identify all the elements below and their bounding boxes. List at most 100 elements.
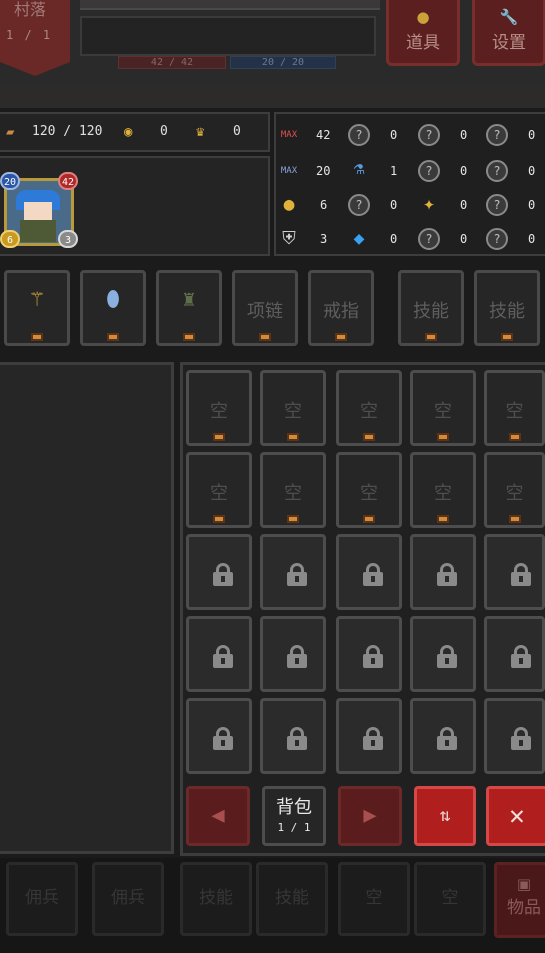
stats-panel: MAX 42 ? 0 ? 0 ? 0 MAX 20 ⚗ 1 ? 0 ? 0 ● … <box>274 112 545 256</box>
shield-icon: ⛨ <box>282 228 296 249</box>
mp-bar: 20 / 20 <box>230 56 336 69</box>
empty-label: 空 <box>284 483 302 504</box>
stat-value: 0 <box>528 128 536 142</box>
padlock-icon <box>363 563 383 586</box>
padlock-icon <box>287 727 307 750</box>
bottom-items-label: 物品 <box>507 898 541 918</box>
empty-label: 空 <box>210 401 228 422</box>
mercenary-slot: 佣兵 <box>6 862 78 936</box>
bag-slot-empty[interactable]: 空 <box>260 370 326 446</box>
unknown-icon: ? <box>418 160 440 182</box>
padlock-icon <box>287 645 307 668</box>
stat-value: 3 <box>320 232 328 246</box>
crystal-icon: ⬮ <box>106 287 120 312</box>
food-value: 120 / 120 <box>32 124 103 139</box>
slot-tab <box>437 515 449 523</box>
skill-slot-2[interactable]: 技能 <box>474 270 540 346</box>
padlock-icon <box>213 645 233 668</box>
ring-slot[interactable]: 戒指 <box>308 270 374 346</box>
padlock-icon <box>213 563 233 586</box>
necklace-slot[interactable]: 项链 <box>232 270 298 346</box>
settings-button[interactable]: 🔧 设置 <box>472 0 545 66</box>
bag-slot-empty[interactable]: 空 <box>336 452 402 528</box>
bag-slot-empty[interactable]: 空 <box>260 452 326 528</box>
items-top-label: 道具 <box>406 33 440 53</box>
slot-tab <box>107 333 119 341</box>
stat-value: 20 <box>316 164 331 178</box>
armor-slot[interactable]: ♜ <box>156 270 222 346</box>
bag-slot-empty[interactable]: 空 <box>186 452 252 528</box>
stat-value: 6 <box>320 198 328 212</box>
bag-slot-locked[interactable] <box>410 616 476 692</box>
skill-label: 技能 <box>413 301 449 322</box>
gem-icon: ◆ <box>353 228 365 249</box>
bag-tab[interactable]: 背包 1 / 1 <box>262 786 326 846</box>
bag-slot-empty[interactable]: 空 <box>186 370 252 446</box>
bag-slot-empty[interactable]: 空 <box>336 370 402 446</box>
top-strip <box>80 0 380 10</box>
next-page-button[interactable]: ▶ <box>338 786 402 846</box>
slot-tab <box>363 433 375 441</box>
accessory-slot[interactable]: ⬮ <box>80 270 146 346</box>
bag-slot-empty[interactable]: 空 <box>410 370 476 446</box>
mercenary-slot: 佣兵 <box>92 862 164 936</box>
bag-slot-locked[interactable] <box>484 616 545 692</box>
unknown-icon: ? <box>418 124 440 146</box>
weapon-slot[interactable]: ⚚ <box>4 270 70 346</box>
prev-page-button[interactable]: ◀ <box>186 786 250 846</box>
bag-slot-locked[interactable] <box>336 698 402 774</box>
village-banner[interactable]: 村落 1 / 1 <box>0 0 70 76</box>
bag-slot-locked[interactable] <box>484 534 545 610</box>
unknown-icon: ? <box>486 160 508 182</box>
close-button[interactable]: ✕ <box>486 786 545 846</box>
resource-bar: ▰ 120 / 120 ◉ 0 ♛ 0 <box>0 112 270 152</box>
gold-value: 0 <box>160 124 168 139</box>
slot-tab <box>508 515 521 523</box>
slot-tab <box>425 333 437 341</box>
padlock-icon <box>363 645 383 668</box>
ring-label: 戒指 <box>323 301 359 322</box>
arrow-right-icon: ▶ <box>363 803 377 828</box>
empty-label: 空 <box>284 401 302 422</box>
slot-tab <box>31 333 43 341</box>
bag-slot-empty[interactable]: 空 <box>484 452 545 528</box>
bread-icon: ▰ <box>6 124 15 140</box>
items-top-button[interactable]: ● 道具 <box>386 0 460 66</box>
bag-slot-locked[interactable] <box>260 616 326 692</box>
empty-slot: 空 <box>414 862 486 936</box>
bag-slot-locked[interactable] <box>260 698 326 774</box>
unknown-icon: ? <box>486 124 508 146</box>
padlock-icon <box>437 563 457 586</box>
skill-slot: 技能 <box>180 862 252 936</box>
slot-tab <box>183 333 195 341</box>
bag-slot-empty[interactable]: 空 <box>484 370 545 446</box>
slot-tab <box>437 433 449 441</box>
slot-tab <box>287 433 299 441</box>
bag-slot-locked[interactable] <box>410 698 476 774</box>
slot-tab <box>508 433 521 441</box>
bag-slot-empty[interactable]: 空 <box>410 452 476 528</box>
padlock-icon <box>511 727 531 750</box>
village-level: 1 / 1 <box>6 28 53 42</box>
unknown-icon: ? <box>486 194 508 216</box>
empty-label: 空 <box>360 401 378 422</box>
bag-slot-locked[interactable] <box>186 534 252 610</box>
bag-slot-locked[interactable] <box>484 698 545 774</box>
skill-slot-1[interactable]: 技能 <box>398 270 464 346</box>
bag-slot-locked[interactable] <box>410 534 476 610</box>
staff-icon: ⚚ <box>30 287 44 312</box>
wrench-icon: 🔧 <box>499 8 519 26</box>
bag-slot-locked[interactable] <box>186 616 252 692</box>
village-label: 村落 <box>14 0 47 19</box>
bag-slot-locked[interactable] <box>186 698 252 774</box>
bag-slot-locked[interactable] <box>336 534 402 610</box>
empty-label: 空 <box>434 483 452 504</box>
stat-value: 0 <box>460 128 468 142</box>
close-icon: ✕ <box>509 801 525 831</box>
sort-button[interactable]: ⇅ <box>414 786 476 846</box>
padlock-icon <box>287 563 307 586</box>
crown-value: 0 <box>233 124 241 139</box>
bag-slot-locked[interactable] <box>260 534 326 610</box>
bag-slot-locked[interactable] <box>336 616 402 692</box>
star-icon: ✦ <box>422 191 436 215</box>
